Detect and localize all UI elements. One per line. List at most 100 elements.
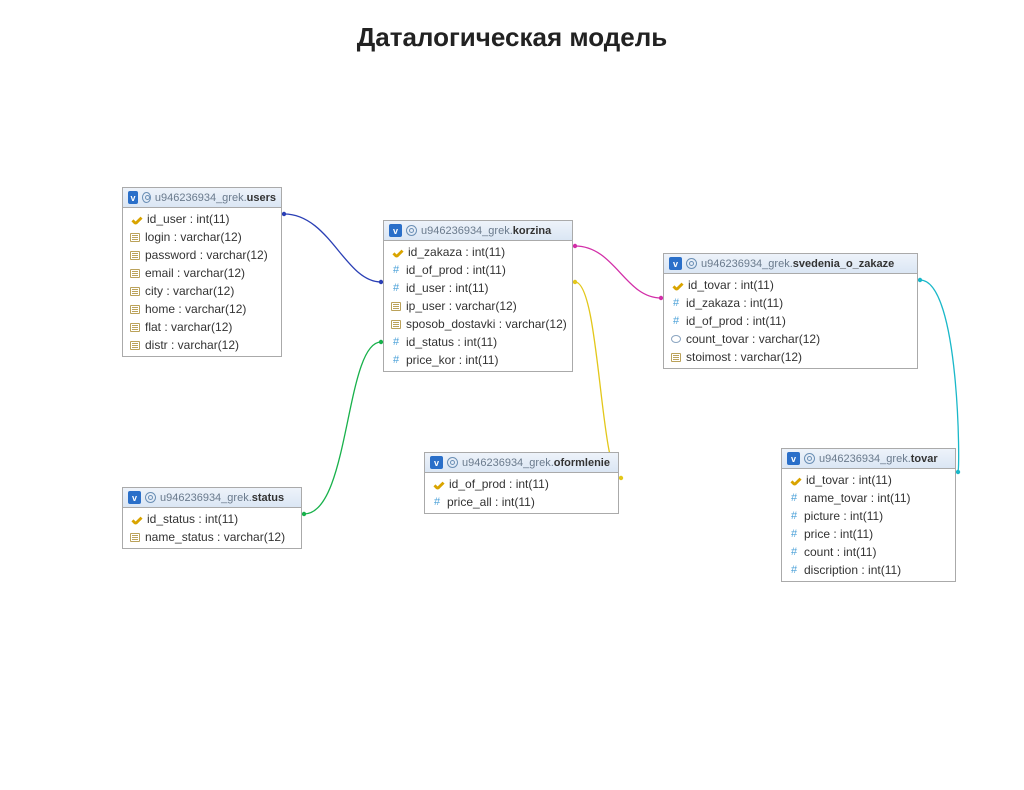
column-row[interactable]: id_status : int(11): [384, 333, 572, 351]
text-icon: [130, 533, 140, 542]
column-label: price_kor : int(11): [406, 353, 498, 367]
table-users[interactable]: v u946236934_grek.users id_user : int(11) l…: [122, 187, 282, 357]
text-icon: [130, 251, 140, 260]
text-icon: [130, 287, 140, 296]
column-label: id_tovar : int(11): [688, 278, 774, 292]
table-status[interactable]: v u946236934_grek.status id_status : int(1…: [122, 487, 302, 549]
column-label: picture : int(11): [804, 509, 883, 523]
text-icon: [671, 353, 681, 362]
column-row[interactable]: id_tovar : int(11): [664, 276, 917, 294]
column-label: ip_user : varchar(12): [406, 299, 517, 313]
column-row[interactable]: price_kor : int(11): [384, 351, 572, 369]
gear-icon[interactable]: [447, 457, 458, 468]
column-row[interactable]: name_status : varchar(12): [123, 528, 301, 546]
gear-icon[interactable]: [804, 453, 815, 464]
table-header[interactable]: v u946236934_grek.svedenia_o_zakaze: [664, 254, 917, 274]
table-tovar[interactable]: vu946236934_grek.tovarid_tovar : int(11)…: [781, 448, 956, 582]
column-label: price_all : int(11): [447, 495, 535, 509]
table-name-label: u946236934_grek.korzina: [421, 225, 551, 237]
key-icon: [433, 479, 444, 490]
table-header[interactable]: v u946236934_grek.status: [123, 488, 301, 508]
text-icon: [391, 320, 401, 329]
hash-icon: [391, 283, 401, 293]
gear-icon[interactable]: [686, 258, 697, 269]
table-header[interactable]: v u946236934_grek.oformlenie: [425, 453, 618, 473]
column-row[interactable]: price_all : int(11): [425, 493, 618, 511]
table-oformlenie[interactable]: v u946236934_grek.oformlenie id_of_prod : …: [424, 452, 619, 514]
hash-icon: [391, 337, 401, 347]
column-row[interactable]: distr : varchar(12): [123, 336, 281, 354]
column-label: id_user : int(11): [406, 281, 488, 295]
hash-icon: [432, 497, 442, 507]
column-row[interactable]: id_status : int(11): [123, 510, 301, 528]
column-row[interactable]: ip_user : varchar(12): [384, 297, 572, 315]
engine-icon: v: [669, 257, 682, 270]
column-row[interactable]: id_of_prod : int(11): [664, 312, 917, 330]
column-row[interactable]: city : varchar(12): [123, 282, 281, 300]
engine-icon: v: [128, 491, 141, 504]
column-row[interactable]: name_tovar : int(11): [782, 489, 955, 507]
column-row[interactable]: sposob_dostavki : varchar(12): [384, 315, 572, 333]
hash-icon: [789, 529, 799, 539]
column-label: id_zakaza : int(11): [408, 245, 505, 259]
column-row[interactable]: email : varchar(12): [123, 264, 281, 282]
column-row[interactable]: id_of_prod : int(11): [425, 475, 618, 493]
table-name-label: u946236934_grek.status: [160, 492, 284, 504]
table-name-label: u946236934_grek.users: [155, 192, 276, 204]
engine-icon: v: [389, 224, 402, 237]
column-row[interactable]: stoimost : varchar(12): [664, 348, 917, 366]
column-label: sposob_dostavki : varchar(12): [406, 317, 567, 331]
column-row[interactable]: home : varchar(12): [123, 300, 281, 318]
column-label: home : varchar(12): [145, 302, 246, 316]
gear-icon[interactable]: [142, 192, 151, 203]
table-korzina[interactable]: v u946236934_grek.korzina id_zakaza : int(…: [383, 220, 573, 372]
column-label: id_status : int(11): [406, 335, 497, 349]
key-icon: [392, 247, 403, 258]
engine-icon: v: [430, 456, 443, 469]
diagram-canvas: v u946236934_grek.users id_user : int(11) l…: [0, 22, 1024, 790]
column-row[interactable]: flat : varchar(12): [123, 318, 281, 336]
hash-icon: [391, 265, 401, 275]
column-label: flat : varchar(12): [145, 320, 232, 334]
key-icon: [790, 475, 801, 486]
key-icon: [131, 214, 142, 225]
column-row[interactable]: discription : int(11): [782, 561, 955, 579]
column-row[interactable]: price : int(11): [782, 525, 955, 543]
column-row[interactable]: id_tovar : int(11): [782, 471, 955, 489]
column-row[interactable]: id_user : int(11): [384, 279, 572, 297]
key-icon: [131, 514, 142, 525]
table-header[interactable]: v u946236934_grek.users: [123, 188, 281, 208]
column-row[interactable]: id_zakaza : int(11): [384, 243, 572, 261]
column-row[interactable]: id_zakaza : int(11): [664, 294, 917, 312]
column-row[interactable]: password : varchar(12): [123, 246, 281, 264]
engine-icon: v: [787, 452, 800, 465]
column-row[interactable]: count_tovar : varchar(12): [664, 330, 917, 348]
column-label: price : int(11): [804, 527, 873, 541]
column-label: distr : varchar(12): [145, 338, 239, 352]
column-row[interactable]: count : int(11): [782, 543, 955, 561]
column-row[interactable]: id_user : int(11): [123, 210, 281, 228]
key-icon: [672, 280, 683, 291]
table-body: id_tovar : int(11) name_tovar : int(11) pi…: [782, 469, 955, 581]
table-name-label: u946236934_grek.oformlenie: [462, 457, 610, 469]
table-name-label: u946236934_grek.svedenia_o_zakaze: [701, 258, 894, 270]
text-icon: [130, 269, 140, 278]
gear-icon[interactable]: [145, 492, 156, 503]
table-body: id_of_prod : int(11) price_all : int(11): [425, 473, 618, 513]
column-row[interactable]: picture : int(11): [782, 507, 955, 525]
engine-icon: v: [128, 191, 138, 204]
hash-icon: [671, 316, 681, 326]
column-label: id_of_prod : int(11): [406, 263, 506, 277]
table-header[interactable]: vu946236934_grek.tovar: [782, 449, 955, 469]
hash-icon: [789, 493, 799, 503]
gear-icon[interactable]: [406, 225, 417, 236]
column-row[interactable]: id_of_prod : int(11): [384, 261, 572, 279]
table-svedenia[interactable]: v u946236934_grek.svedenia_o_zakaze id_tov…: [663, 253, 918, 369]
column-label: id_tovar : int(11): [806, 473, 892, 487]
text-icon: [391, 302, 401, 311]
column-label: email : varchar(12): [145, 266, 245, 280]
column-label: id_user : int(11): [147, 212, 229, 226]
table-header[interactable]: v u946236934_grek.korzina: [384, 221, 572, 241]
hash-icon: [391, 355, 401, 365]
column-row[interactable]: login : varchar(12): [123, 228, 281, 246]
